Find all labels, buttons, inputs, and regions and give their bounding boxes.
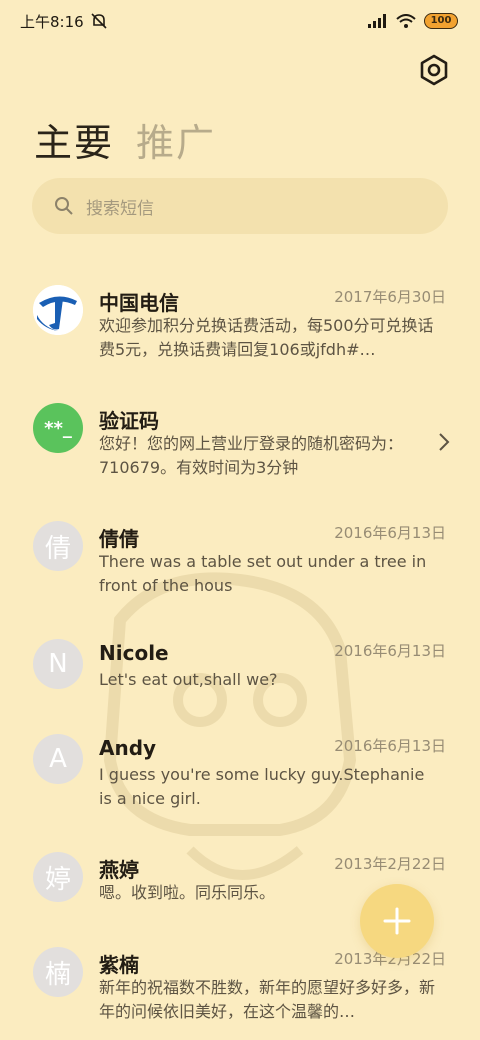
conversation-date: 2017年6月30日 bbox=[334, 288, 446, 306]
contact-avatar: 楠 bbox=[33, 947, 83, 997]
search-input[interactable]: 搜索短信 bbox=[32, 178, 448, 234]
new-message-button[interactable] bbox=[360, 884, 434, 958]
contact-avatar: N bbox=[33, 639, 83, 689]
contact-avatar: 婷 bbox=[33, 852, 83, 902]
conversation-name: 燕婷 bbox=[99, 858, 139, 882]
conversation-snippet: Let's eat out,shall we? bbox=[99, 670, 278, 689]
telecom-logo-icon bbox=[33, 285, 83, 335]
conversation-snippet: I guess you're some lucky guy.Stephanie … bbox=[99, 765, 425, 808]
conversation-item[interactable]: 倩 倩倩 2016年6月13日 There was a table set ou… bbox=[0, 516, 480, 616]
conversation-date: 2016年6月13日 bbox=[334, 737, 446, 755]
conversation-date: 2013年2月22日 bbox=[334, 855, 446, 873]
contact-avatar: A bbox=[33, 734, 83, 784]
conversation-snippet: 欢迎参加积分兑换话费活动，每500分可兑换话费5元，兑换话费请回复106或jfd… bbox=[99, 316, 434, 359]
settings-button[interactable] bbox=[416, 52, 452, 88]
conversation-date: 2016年6月13日 bbox=[334, 524, 446, 542]
contact-avatar: 倩 bbox=[33, 521, 83, 571]
conversation-snippet: There was a table set out under a tree i… bbox=[99, 552, 427, 595]
message-tabs: 主要 推广 bbox=[34, 112, 216, 167]
conversation-name: 中国电信 bbox=[99, 291, 179, 315]
signal-icon bbox=[368, 14, 386, 28]
status-bar: 上午8:16 100 bbox=[0, 0, 480, 42]
conversation-snippet: 新年的祝福数不胜数，新年的愿望好多好多，新年的问候依旧美好，在这个温馨的… bbox=[99, 978, 436, 1021]
conversation-name: 倩倩 bbox=[99, 527, 139, 551]
conversation-name: 紫楠 bbox=[99, 953, 139, 977]
china-telecom-logo-avatar bbox=[33, 285, 83, 335]
tab-promotions[interactable]: 推广 bbox=[136, 112, 216, 167]
tab-main[interactable]: 主要 bbox=[34, 112, 114, 167]
conversation-item[interactable]: 中国电信 2017年6月30日 欢迎参加积分兑换话费活动，每500分可兑换话费5… bbox=[0, 280, 480, 380]
status-time: 上午8:16 bbox=[20, 12, 84, 31]
battery-indicator: 100 bbox=[424, 13, 458, 29]
verification-avatar: **_ bbox=[33, 403, 83, 453]
conversation-snippet: 您好！您的网上营业厅登录的随机密码为：710679。有效时间为3分钟 bbox=[99, 434, 404, 477]
search-icon bbox=[55, 197, 73, 215]
conversation-item[interactable]: **_ 验证码 您好！您的网上营业厅登录的随机密码为：710679。有效时间为3… bbox=[0, 398, 480, 498]
settings-hexagon-icon bbox=[420, 54, 448, 86]
plus-icon bbox=[383, 907, 411, 935]
conversation-item[interactable]: 楠 紫楠 2013年2月22日 新年的祝福数不胜数，新年的愿望好多好多，新年的问… bbox=[0, 942, 480, 1040]
conversation-item[interactable]: N Nicole 2016年6月13日 Let's eat out,shall … bbox=[0, 634, 480, 714]
mute-bell-icon bbox=[91, 13, 107, 29]
conversation-name: Nicole bbox=[99, 641, 169, 665]
conversation-date: 2016年6月13日 bbox=[334, 642, 446, 660]
search-placeholder: 搜索短信 bbox=[86, 198, 154, 219]
wifi-icon bbox=[396, 13, 416, 28]
chevron-right-icon bbox=[439, 433, 450, 451]
conversation-name: Andy bbox=[99, 736, 157, 760]
conversation-item[interactable]: A Andy 2016年6月13日 I guess you're some lu… bbox=[0, 729, 480, 829]
conversation-name: 验证码 bbox=[99, 409, 159, 433]
